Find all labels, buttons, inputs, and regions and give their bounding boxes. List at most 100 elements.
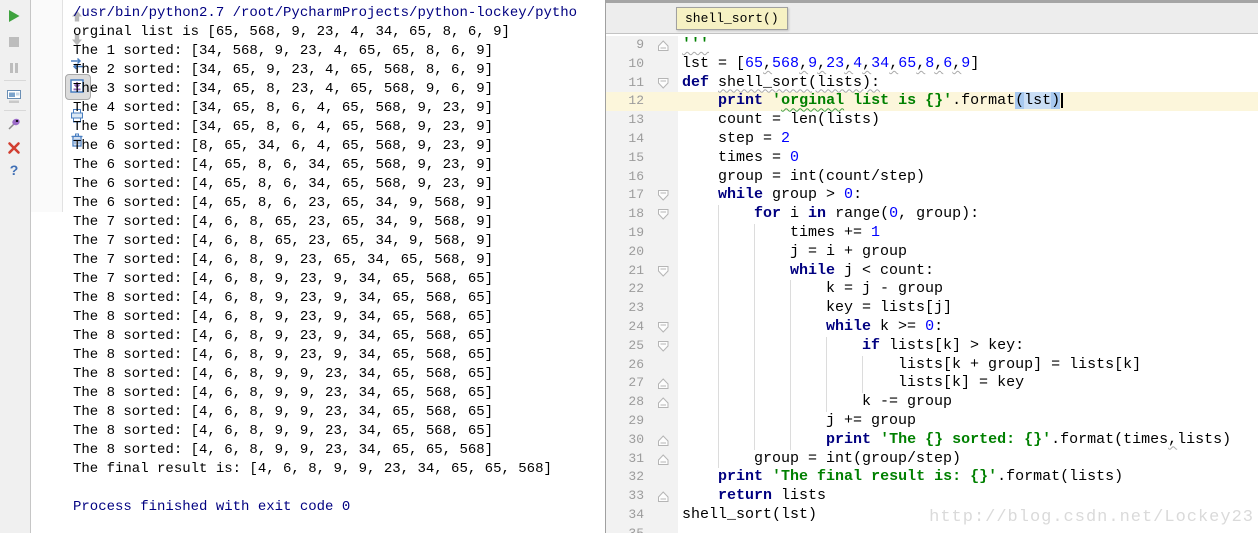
- editor-gutter: 29: [606, 411, 678, 431]
- code-line[interactable]: if lists[k] > key:: [678, 336, 1258, 356]
- code-editor[interactable]: 9 ''' 10 lst = [65,568,9,23,4,34,65,8,6,9] 1…: [606, 36, 1258, 533]
- editor-gutter: 22: [606, 280, 678, 300]
- pause-icon[interactable]: [6, 60, 24, 78]
- code-line[interactable]: print 'The final result is: {}'.format(l…: [678, 468, 1258, 487]
- code-line[interactable]: k -= group: [678, 393, 1258, 412]
- code-line[interactable]: lst = [65,568,9,23,4,34,65,8,6,9]: [678, 55, 1258, 74]
- code-line-row[interactable]: 26 lists[k + group] = lists[k]: [606, 355, 1258, 375]
- code-line-row[interactable]: 21 while j < count:: [606, 261, 1258, 281]
- code-line-row[interactable]: 10 lst = [65,568,9,23,4,34,65,8,6,9]: [606, 54, 1258, 74]
- indent-guide: [790, 430, 791, 450]
- fold-marker[interactable]: [650, 318, 676, 337]
- code-line-row[interactable]: 22 k = j - group: [606, 280, 1258, 300]
- code-line[interactable]: j = i + group: [678, 242, 1258, 262]
- code-line-row[interactable]: 33 return lists: [606, 487, 1258, 506]
- line-number: 22: [628, 281, 644, 297]
- code-line-row[interactable]: 29 j += group: [606, 411, 1258, 431]
- code-line[interactable]: for i in range(0, group):: [678, 205, 1258, 224]
- code-line-row[interactable]: 20 j = i + group: [606, 242, 1258, 262]
- restore-layout-icon[interactable]: [6, 88, 24, 106]
- code-line-row[interactable]: 18 for i in range(0, group):: [606, 205, 1258, 224]
- code-line[interactable]: key = lists[j]: [678, 299, 1258, 318]
- code-line-row[interactable]: 27 lists[k] = key: [606, 374, 1258, 394]
- stop-icon[interactable]: [6, 34, 24, 52]
- code-line[interactable]: while group > 0:: [678, 186, 1258, 205]
- code-line-row[interactable]: 23 key = lists[j]: [606, 299, 1258, 318]
- code-text: print 'The {} sorted: {}'.format(times,l…: [826, 430, 1232, 448]
- editor-gutter: 24: [606, 317, 678, 337]
- fold-marker[interactable]: [650, 487, 676, 506]
- indent-guide: [862, 355, 863, 375]
- code-line[interactable]: k = j - group: [678, 280, 1258, 300]
- editor-gutter: 26: [606, 355, 678, 375]
- fold-marker[interactable]: [650, 186, 676, 205]
- code-line-row[interactable]: 19 times += 1: [606, 223, 1258, 243]
- console-output[interactable]: /usr/bin/python2.7 /root/PycharmProjects…: [64, 0, 605, 533]
- fold-marker[interactable]: [650, 36, 676, 55]
- code-line[interactable]: def shell_sort(lists):: [678, 74, 1258, 93]
- fold-marker[interactable]: [650, 337, 676, 356]
- editor-gutter: 12: [606, 92, 678, 112]
- fold-column: [650, 243, 676, 262]
- text-caret: [1061, 92, 1064, 108]
- indent-guide: [718, 261, 719, 281]
- indent-guide: [718, 280, 719, 300]
- console-line: The final result is: [4, 6, 8, 9, 9, 23,…: [73, 461, 552, 477]
- code-line[interactable]: group = int(count/step): [678, 168, 1258, 187]
- code-line[interactable]: while j < count:: [678, 261, 1258, 281]
- indent-guide: [754, 261, 755, 281]
- fold-column: [650, 55, 676, 74]
- code-line[interactable]: count = len(lists): [678, 111, 1258, 130]
- line-number: 19: [628, 224, 644, 240]
- code-line[interactable]: times += 1: [678, 223, 1258, 243]
- indent-guide: [754, 430, 755, 450]
- help-icon[interactable]: ?: [6, 162, 24, 180]
- console-line: The 6 sorted: [4, 65, 8, 6, 23, 65, 34, …: [73, 195, 494, 211]
- code-line-row[interactable]: 9 ''': [606, 36, 1258, 55]
- code-line[interactable]: print 'orginal list is {}'.format(lst): [678, 92, 1258, 111]
- code-line-row[interactable]: 31 group = int(group/step): [606, 449, 1258, 469]
- rerun-icon[interactable]: [6, 8, 24, 26]
- code-line-row[interactable]: 32 print 'The final result is: {}'.forma…: [606, 468, 1258, 488]
- code-line-row[interactable]: 25 if lists[k] > key:: [606, 336, 1258, 356]
- pin-icon[interactable]: [6, 116, 24, 134]
- fold-marker[interactable]: [650, 393, 676, 412]
- fold-marker[interactable]: [650, 431, 676, 450]
- code-line[interactable]: group = int(group/step): [678, 449, 1258, 469]
- code-text: k -= group: [862, 393, 953, 411]
- code-line-row[interactable]: 17 while group > 0:: [606, 186, 1258, 206]
- console-line: The 8 sorted: [4, 6, 8, 9, 23, 9, 34, 65…: [73, 309, 494, 325]
- indent-guide: [790, 355, 791, 375]
- code-line[interactable]: step = 2: [678, 130, 1258, 149]
- code-line[interactable]: j += group: [678, 411, 1258, 431]
- console-line: The 8 sorted: [4, 6, 8, 9, 23, 9, 34, 65…: [73, 328, 494, 344]
- fold-marker[interactable]: [650, 262, 676, 281]
- fold-marker[interactable]: [650, 205, 676, 224]
- fold-marker[interactable]: [650, 74, 676, 93]
- code-line[interactable]: times = 0: [678, 149, 1258, 168]
- code-line[interactable]: lists[k] = key: [678, 374, 1258, 394]
- line-number: 21: [628, 262, 644, 278]
- code-text: group = int(count/step): [718, 167, 926, 185]
- code-line-row[interactable]: 15 times = 0: [606, 148, 1258, 168]
- code-line-row[interactable]: 11 def shell_sort(lists):: [606, 73, 1258, 93]
- code-line[interactable]: return lists: [678, 487, 1258, 506]
- line-number: 33: [628, 488, 644, 504]
- fold-marker[interactable]: [650, 450, 676, 469]
- line-number: 30: [628, 431, 644, 447]
- code-line[interactable]: while k >= 0:: [678, 317, 1258, 337]
- code-line-row[interactable]: 30 print 'The {} sorted: {}'.format(time…: [606, 430, 1258, 450]
- code-line-row[interactable]: 16 group = int(count/step): [606, 167, 1258, 187]
- editor-gutter: 16: [606, 167, 678, 187]
- code-line[interactable]: print 'The {} sorted: {}'.format(times,l…: [678, 430, 1258, 450]
- code-line-row[interactable]: 28 k -= group: [606, 393, 1258, 412]
- code-text: count = len(lists): [718, 111, 881, 129]
- code-line[interactable]: ''': [678, 36, 1258, 55]
- code-line-row[interactable]: 12 print 'orginal list is {}'.format(lst…: [606, 92, 1258, 112]
- code-line-row[interactable]: 24 while k >= 0:: [606, 317, 1258, 337]
- code-line-row[interactable]: 13 count = len(lists): [606, 111, 1258, 130]
- close-icon[interactable]: [6, 140, 24, 158]
- fold-marker[interactable]: [650, 374, 676, 393]
- code-line-row[interactable]: 14 step = 2: [606, 129, 1258, 149]
- code-line[interactable]: lists[k + group] = lists[k]: [678, 355, 1258, 375]
